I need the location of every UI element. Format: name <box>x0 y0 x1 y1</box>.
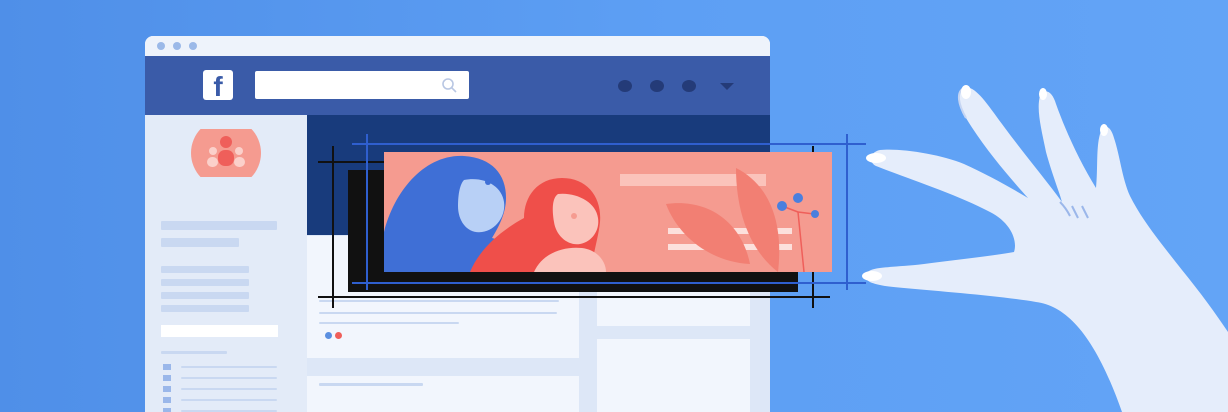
post-line <box>319 322 459 324</box>
cover-image[interactable] <box>384 152 832 272</box>
selection-guide-line[interactable] <box>846 134 848 290</box>
list-icon <box>163 375 171 381</box>
menu-dot-icon[interactable] <box>618 80 632 92</box>
sidebar-line <box>161 279 249 286</box>
selection-guide-line[interactable] <box>352 143 866 145</box>
sidebar-input-box[interactable] <box>161 325 278 337</box>
chevron-down-icon[interactable] <box>720 83 734 90</box>
cover-illustration <box>384 152 832 272</box>
sidebar-line <box>161 266 249 273</box>
post-line <box>319 300 559 302</box>
list-item[interactable] <box>181 388 277 390</box>
site-header: f <box>145 56 770 115</box>
reaction-like-icon[interactable] <box>325 332 332 339</box>
crop-guide-line[interactable] <box>332 146 334 308</box>
sidebar-line <box>161 351 227 354</box>
title-bar <box>145 36 770 56</box>
side-card <box>597 339 750 412</box>
list-item[interactable] <box>181 399 277 401</box>
search-input[interactable] <box>255 71 469 99</box>
post-card <box>307 376 579 412</box>
list-item[interactable] <box>181 377 277 379</box>
sidebar-line <box>161 238 239 247</box>
window-dot-icon[interactable] <box>157 42 165 50</box>
reaction-love-icon[interactable] <box>335 332 342 339</box>
menu-dot-icon[interactable] <box>650 80 664 92</box>
sidebar-line <box>161 221 277 230</box>
left-sidebar <box>145 115 307 412</box>
facebook-logo[interactable]: f <box>203 70 233 100</box>
list-icon <box>163 397 171 403</box>
avatar[interactable] <box>191 129 261 177</box>
selection-guide-line[interactable] <box>366 134 368 290</box>
window-dot-icon[interactable] <box>173 42 181 50</box>
search-icon[interactable] <box>441 77 457 93</box>
list-icon <box>163 408 171 412</box>
list-icon <box>163 364 171 370</box>
post-line <box>319 383 423 386</box>
crop-guide-line[interactable] <box>318 296 830 298</box>
sidebar-line <box>161 305 249 312</box>
list-icon <box>163 386 171 392</box>
menu-dot-icon[interactable] <box>682 80 696 92</box>
post-line <box>319 312 557 314</box>
window-dot-icon[interactable] <box>189 42 197 50</box>
sidebar-line <box>161 292 249 299</box>
list-item[interactable] <box>181 366 277 368</box>
selection-guide-line[interactable] <box>352 282 866 284</box>
hand-illustration <box>862 85 1228 412</box>
